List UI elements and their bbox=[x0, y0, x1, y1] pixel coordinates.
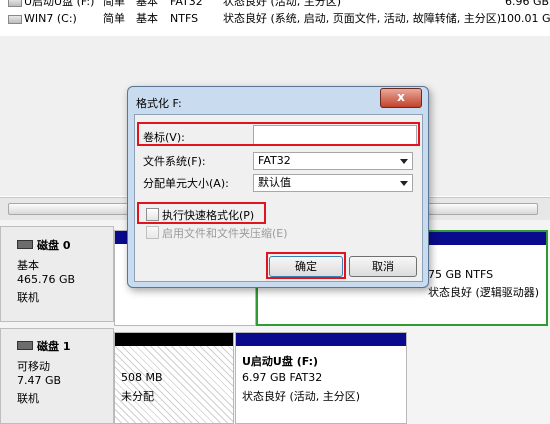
quick-format-highlight bbox=[137, 202, 266, 224]
compression-checkbox[interactable] bbox=[146, 226, 159, 239]
allocation-size-label: 分配单元大小(A): bbox=[143, 177, 229, 190]
volume-list: U启动U盘 (F:) 简单 基本 FAT32 状态良好 (活动, 主分区) 6.… bbox=[0, 0, 550, 36]
volume-label-highlight bbox=[137, 122, 420, 146]
disk-1-unallocated[interactable]: 508 MB 未分配 bbox=[114, 332, 234, 424]
partition-size: 75 GB NTFS bbox=[428, 268, 494, 281]
disk-title: 磁盘 0 bbox=[37, 239, 71, 252]
disk-type: 可移动 bbox=[17, 360, 50, 373]
allocation-size-value: 默认值 bbox=[258, 176, 291, 189]
partition-name: U启动U盘 (F:) bbox=[242, 355, 319, 368]
format-dialog: 格式化 F: x 卷标(V): 文件系统(F): FAT32 分配单元大小(A)… bbox=[127, 86, 429, 288]
close-button[interactable]: x bbox=[380, 88, 422, 108]
allocation-size-select[interactable]: 默认值 bbox=[253, 174, 413, 192]
drive-icon bbox=[8, 0, 22, 7]
partition-bar bbox=[115, 333, 233, 346]
volume-layout: 简单 bbox=[103, 12, 125, 25]
ok-button-highlight bbox=[266, 252, 346, 279]
disk-title: 磁盘 1 bbox=[37, 340, 71, 353]
disk-state: 联机 bbox=[17, 291, 39, 304]
chevron-down-icon bbox=[400, 181, 408, 186]
volume-type: 基本 bbox=[136, 0, 158, 8]
volume-capacity: 100.01 GB bbox=[500, 12, 550, 25]
compression-label: 启用文件和文件夹压缩(E) bbox=[162, 227, 288, 240]
volume-status: 状态良好 (系统, 启动, 页面文件, 活动, 故障转储, 主分区) bbox=[223, 12, 502, 25]
volume-fs: FAT32 bbox=[170, 0, 203, 8]
file-system-label: 文件系统(F): bbox=[143, 155, 206, 168]
volume-type: 基本 bbox=[136, 12, 158, 25]
dialog-title: 格式化 F: bbox=[136, 97, 182, 110]
dialog-titlebar[interactable]: 格式化 F: x bbox=[128, 87, 428, 113]
dialog-body: 卷标(V): 文件系统(F): FAT32 分配单元大小(A): 默认值 执行快… bbox=[134, 114, 423, 282]
volume-name: U启动U盘 (F:) bbox=[24, 0, 95, 8]
disk-size: 7.47 GB bbox=[17, 374, 62, 387]
partition-bar bbox=[236, 333, 406, 346]
disk-1-label[interactable]: 磁盘 1 可移动 7.47 GB 联机 bbox=[0, 328, 114, 424]
disk-1-partition-usb[interactable]: U启动U盘 (F:) 6.97 GB FAT32 状态良好 (活动, 主分区) bbox=[235, 332, 407, 424]
removable-disk-icon bbox=[17, 341, 33, 350]
cancel-button[interactable]: 取消 bbox=[349, 256, 417, 277]
drive-icon bbox=[8, 15, 22, 24]
chevron-down-icon bbox=[400, 159, 408, 164]
disk-type: 基本 bbox=[17, 259, 39, 272]
volume-row-win7[interactable]: WIN7 (C:) 简单 基本 NTFS 状态良好 (系统, 启动, 页面文件,… bbox=[0, 12, 550, 26]
volume-status: 状态良好 (活动, 主分区) bbox=[223, 0, 342, 8]
volume-capacity: 6.96 GB bbox=[505, 0, 550, 8]
partition-status: 状态良好 (逻辑驱动器) bbox=[428, 286, 540, 299]
volume-layout: 简单 bbox=[103, 0, 125, 8]
partition-size: 508 MB bbox=[121, 371, 163, 384]
file-system-value: FAT32 bbox=[258, 154, 291, 167]
disk-state: 联机 bbox=[17, 392, 39, 405]
volume-row-usb[interactable]: U启动U盘 (F:) 简单 基本 FAT32 状态良好 (活动, 主分区) 6.… bbox=[0, 0, 550, 9]
volume-name: WIN7 (C:) bbox=[24, 12, 77, 25]
file-system-select[interactable]: FAT32 bbox=[253, 152, 413, 170]
partition-size: 6.97 GB FAT32 bbox=[242, 371, 323, 384]
partition-status: 状态良好 (活动, 主分区) bbox=[242, 390, 361, 403]
partition-status: 未分配 bbox=[121, 390, 154, 403]
disk-0-label[interactable]: 磁盘 0 基本 465.76 GB 联机 bbox=[0, 226, 114, 322]
disk-icon bbox=[17, 240, 33, 249]
disk-size: 465.76 GB bbox=[17, 273, 76, 286]
volume-fs: NTFS bbox=[170, 12, 199, 25]
